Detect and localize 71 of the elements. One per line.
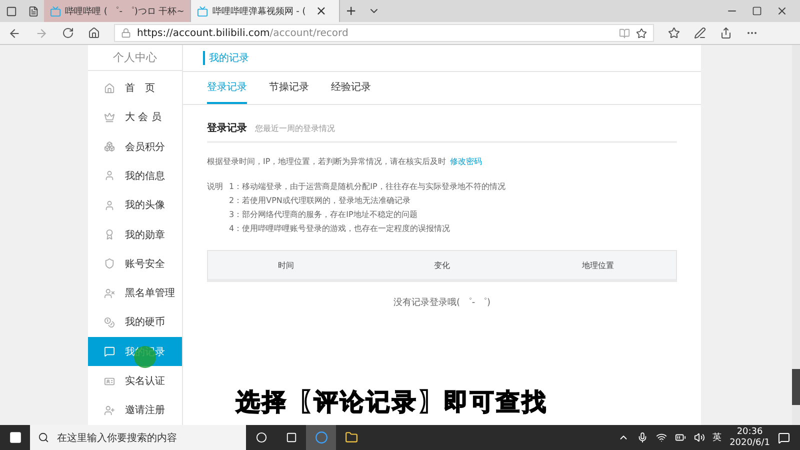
browser-tab[interactable]: 哔哩哔哩弹幕视频网 - ( × <box>191 0 340 22</box>
award-icon <box>104 229 115 240</box>
column-header: 变化 <box>433 260 451 270</box>
intro-text: 根据登录时间，IP，地理位置，若判断为异常情况，请在核实后及时 修改密码 <box>207 156 484 167</box>
record-tab[interactable]: 节操记录 <box>269 72 309 104</box>
sidebar-item[interactable]: 大 会 员 <box>88 102 182 132</box>
sidebar-item[interactable]: 我的信息 <box>88 161 182 191</box>
sidebar-item[interactable]: 实名认证 <box>88 366 182 396</box>
user-icon <box>104 200 115 211</box>
browser-tab[interactable]: 哔哩哔哩 ( ゜- ゜)つロ 干杯~ <box>44 0 192 22</box>
note-text: 1：移动端登录，由于运营商是随机分配IP，往往存在与实际登录地不符的情况 <box>229 181 506 192</box>
sidebar-item[interactable]: 黑名单管理 <box>88 278 182 308</box>
refresh-icon[interactable] <box>62 27 74 39</box>
message-icon <box>104 346 115 358</box>
clock[interactable]: 20:36 2020/6/1 <box>730 426 770 448</box>
pen-icon[interactable] <box>694 27 706 39</box>
back-icon[interactable] <box>8 26 21 40</box>
share-icon[interactable] <box>720 27 732 39</box>
windows-icon <box>8 431 22 444</box>
task-view-icon <box>286 432 296 443</box>
note-text: 4：使用哔哩哔哩账号登录的游戏，也存在一定程度的误报情况 <box>229 223 452 234</box>
tv-icon <box>50 6 61 16</box>
sidebar-title: 个人中心 <box>88 45 182 72</box>
notification-icon[interactable] <box>778 432 790 444</box>
sidebar-item[interactable]: 我的头像 <box>88 190 182 220</box>
sidebar-item[interactable]: 邀请注册 <box>88 396 182 425</box>
folder-icon <box>344 431 358 444</box>
crown-icon <box>104 112 115 123</box>
close-tab-button[interactable]: × <box>310 4 333 18</box>
user-plus-icon <box>104 404 115 416</box>
empty-message: 没有记录登录哦( ゜- ゜) <box>392 296 492 309</box>
scrollbar[interactable] <box>792 45 800 425</box>
tv-icon <box>197 6 208 16</box>
ime-indicator[interactable]: 英 <box>712 431 722 444</box>
sidebar-item[interactable]: 会员积分 <box>88 132 182 162</box>
scroll-thumb[interactable] <box>792 369 800 405</box>
shield-icon <box>104 258 115 270</box>
note-text: 2：若使用VPN或代理联网的，登录地无法准确记录 <box>229 195 412 206</box>
column-header: 时间 <box>277 260 295 270</box>
id-card-icon <box>104 376 115 386</box>
home-icon[interactable] <box>88 27 100 39</box>
sidebar-item[interactable]: 账号安全 <box>88 249 182 278</box>
search-icon <box>38 432 49 443</box>
sidebar-item[interactable]: 我的硬币 <box>88 308 182 338</box>
lock-icon <box>121 28 131 38</box>
user-icon <box>104 170 115 182</box>
mic-icon[interactable] <box>636 432 648 443</box>
coin-icon <box>104 316 115 328</box>
taskbar-search-field[interactable]: 在这里输入你要搜索的内容 <box>30 425 246 450</box>
subtitle-caption: 选择【评论记录】即可查找 <box>236 387 548 418</box>
section-title: 登录记录 <box>207 122 247 135</box>
address-field[interactable]: https://account.bilibili.com/account/record <box>114 24 654 42</box>
column-header: 地理位置 <box>581 260 615 270</box>
notes-label: 说明 <box>207 181 223 193</box>
star-icon[interactable] <box>636 28 647 38</box>
page-heading: 我的记录 <box>203 51 249 65</box>
boxes-icon <box>104 141 115 152</box>
restore-icon[interactable] <box>752 6 762 16</box>
sidebar-item[interactable]: 首 页 <box>88 73 182 103</box>
home-icon <box>104 82 115 94</box>
volume-icon[interactable] <box>694 432 705 443</box>
record-tab[interactable]: 经验记录 <box>331 72 371 104</box>
battery-icon[interactable] <box>674 432 686 443</box>
section-subtitle: 您最近一周的登录情况 <box>255 123 335 134</box>
user-x-icon <box>104 288 115 299</box>
favorites-icon[interactable] <box>668 27 680 39</box>
close-icon[interactable] <box>776 5 788 17</box>
note-text: 3：部分网络代理商的服务，存在IP地址不稳定的问题 <box>229 209 418 220</box>
network-icon[interactable] <box>656 432 667 443</box>
sidebar-item[interactable]: 我的勋章 <box>88 220 182 250</box>
new-tab-button[interactable]: + <box>340 0 363 22</box>
